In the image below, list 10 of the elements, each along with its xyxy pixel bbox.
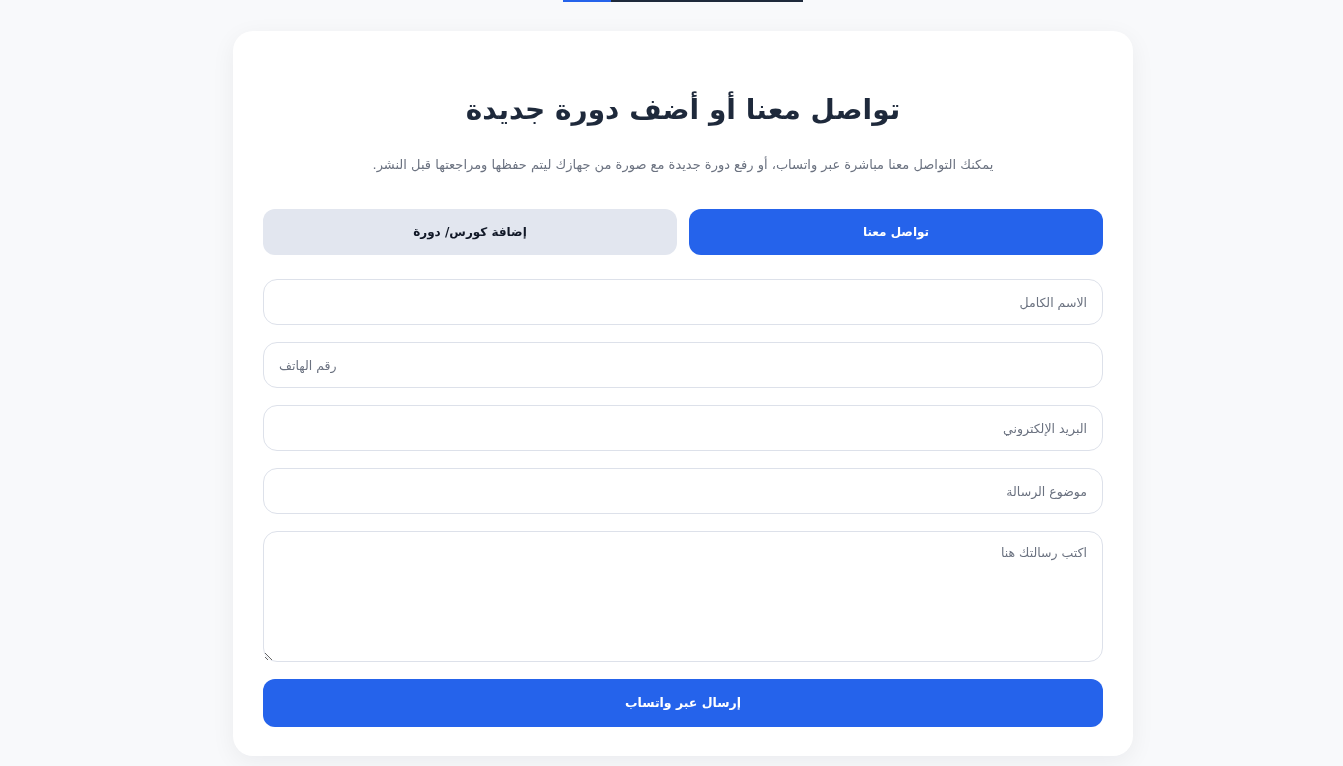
send-button[interactable]: إرسال عبر واتساب — [263, 679, 1103, 728]
page-title: تواصل معنا أو أضف دورة جديدة — [464, 91, 902, 128]
phone-field[interactable]: رقم الهاتف — [263, 342, 1103, 389]
tab[interactable]: إضافة كورس/ دورة — [263, 209, 677, 256]
intro-text: يمكنك التواصل معنا مباشرة عبر واتساب، أو رفع دورة جديدة مع صورة من جهازك ليتم حفظها ومراجعتها قبل النشر. — [371, 155, 995, 175]
input-field[interactable]: الاسم الكامل — [263, 279, 1103, 326]
message-field[interactable]: اكتب رسالتك هنا — [263, 531, 1103, 663]
email-field[interactable]: البريد الإلكتروني — [263, 405, 1103, 452]
input-field[interactable]: موضوع الرسالة — [263, 468, 1103, 515]
tab[interactable]: تواصل معنا — [689, 209, 1103, 256]
